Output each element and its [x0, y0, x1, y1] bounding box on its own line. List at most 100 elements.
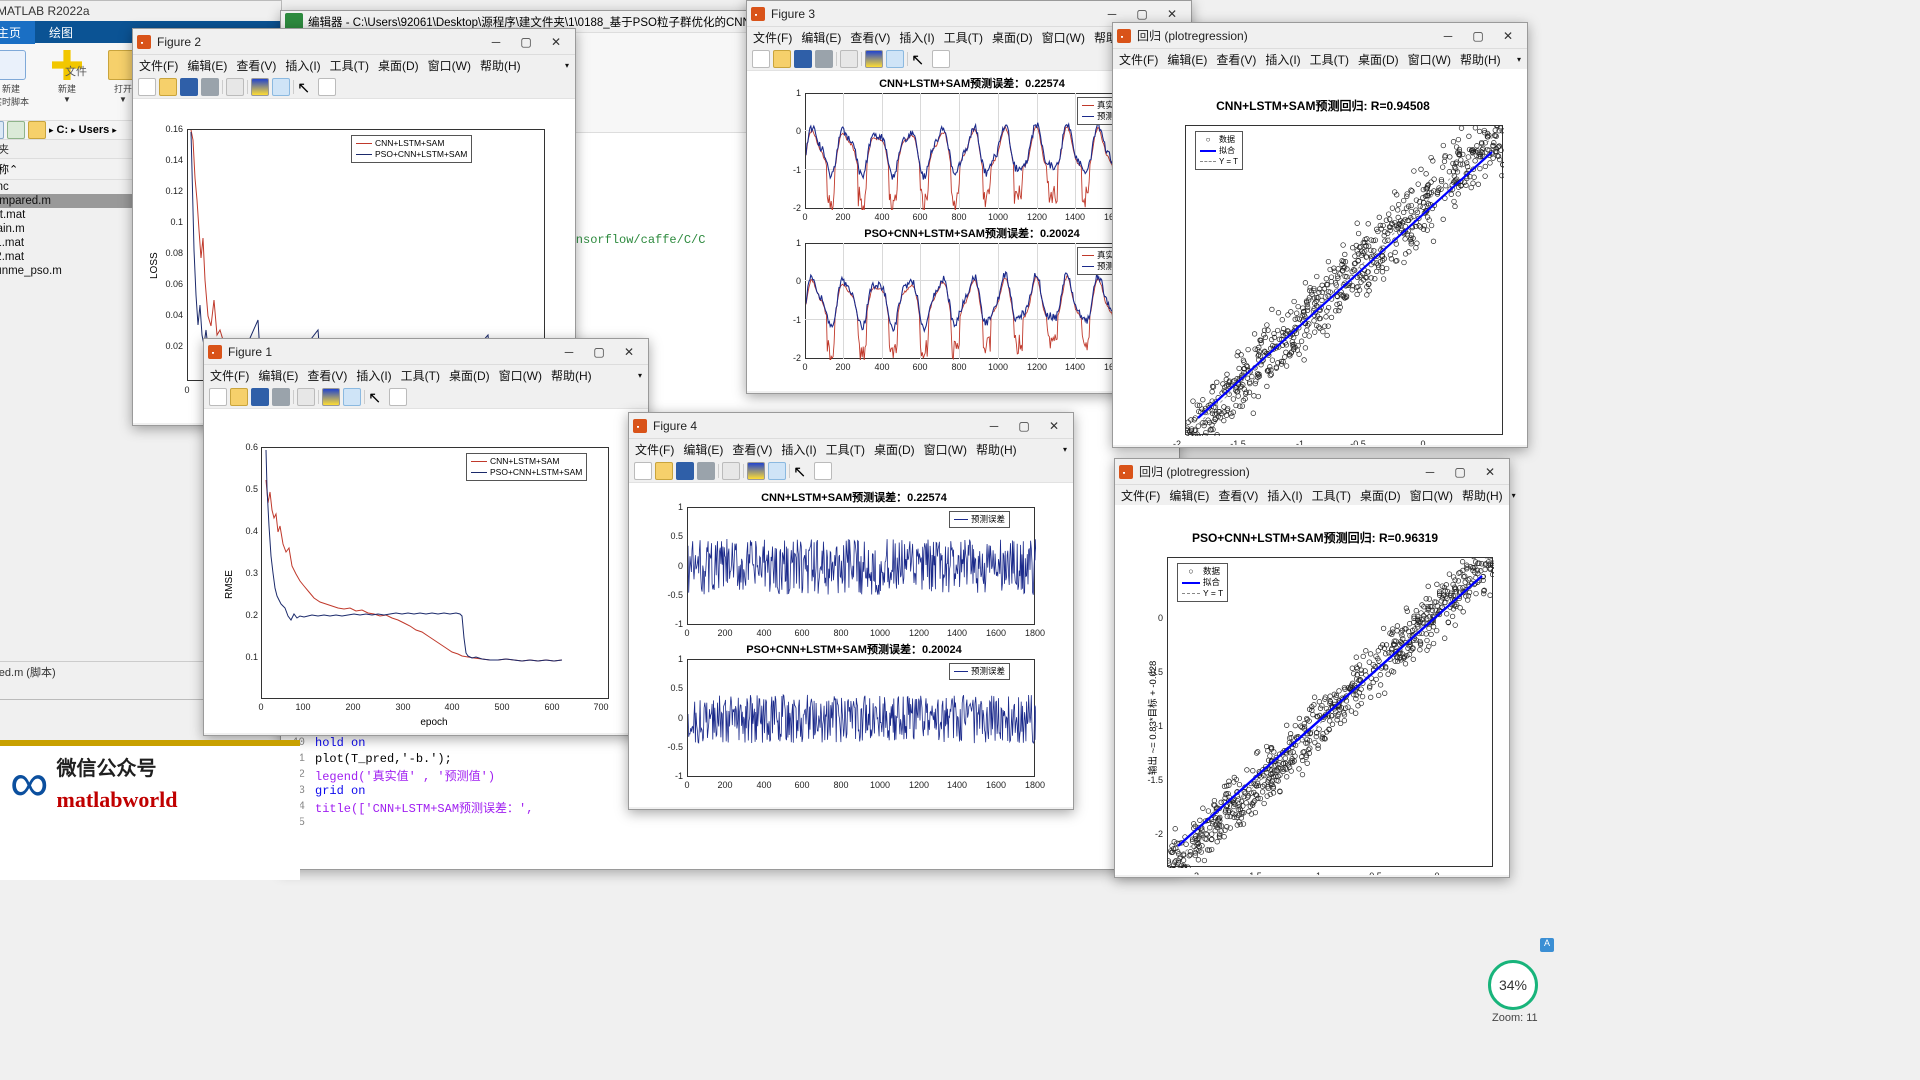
menu-view[interactable]: 查看(V): [307, 367, 347, 384]
menu-insert[interactable]: 插入(I): [356, 367, 391, 384]
menu-edit[interactable]: 编辑(E): [187, 57, 227, 74]
legend-icon[interactable]: [272, 77, 290, 96]
minimize-button[interactable]: ─: [979, 414, 1009, 438]
regression2-legend[interactable]: ○ 数据 拟合 Y = T: [1177, 563, 1229, 602]
new-figure-icon[interactable]: [138, 77, 156, 96]
regression1-titlebar[interactable]: 回归 (plotregression) ─ ▢ ✕: [1113, 23, 1527, 49]
menu-overflow-caret[interactable]: ▾: [1517, 55, 1521, 64]
maximize-button[interactable]: ▢: [511, 30, 541, 54]
close-button[interactable]: ✕: [1039, 414, 1069, 438]
plot-browser-icon[interactable]: [932, 49, 950, 68]
save-icon[interactable]: [180, 77, 198, 96]
link-plot-icon[interactable]: [722, 461, 740, 480]
close-button[interactable]: ✕: [614, 340, 644, 364]
new-figure-icon[interactable]: [209, 387, 227, 406]
new-dropdown-caret[interactable]: ▼: [39, 95, 95, 104]
menu-desktop[interactable]: 桌面(D): [874, 441, 915, 458]
menu-edit[interactable]: 编辑(E): [258, 367, 298, 384]
maximize-button[interactable]: ▢: [1463, 24, 1493, 48]
menu-help[interactable]: 帮助(H): [976, 441, 1017, 458]
close-button[interactable]: ✕: [1475, 460, 1505, 484]
figure1-legend[interactable]: CNN+LSTM+SAM PSO+CNN+LSTM+SAM: [466, 453, 588, 481]
menu-window[interactable]: 窗口(W): [1410, 487, 1453, 504]
link-plot-icon[interactable]: [226, 77, 244, 96]
print-icon[interactable]: [201, 77, 219, 96]
pointer-icon[interactable]: ↖: [911, 50, 929, 69]
menu-insert[interactable]: 插入(I): [285, 57, 320, 74]
browse-folder-icon[interactable]: [7, 121, 25, 139]
annotation-badge-icon[interactable]: A: [1540, 938, 1554, 952]
menu-desktop[interactable]: 桌面(D): [992, 29, 1033, 46]
regression2-titlebar[interactable]: 回归 (plotregression) ─ ▢ ✕: [1115, 459, 1509, 485]
regression1-window[interactable]: 回归 (plotregression) ─ ▢ ✕ 文件(F) 编辑(E) 查看…: [1112, 22, 1528, 448]
menu-file[interactable]: 文件(F): [210, 367, 249, 384]
menu-help[interactable]: 帮助(H): [480, 57, 521, 74]
menu-file[interactable]: 文件(F): [753, 29, 792, 46]
menu-tools[interactable]: 工具(T): [1310, 51, 1349, 68]
ribbon-new-live-script[interactable]: 新建 实时脚本: [0, 48, 39, 120]
legend-icon[interactable]: [886, 49, 904, 68]
colorbar-icon[interactable]: [322, 387, 340, 406]
figure4-toolbar[interactable]: ↖: [629, 459, 1073, 483]
print-icon[interactable]: [272, 387, 290, 406]
legend-icon[interactable]: [768, 461, 786, 480]
menu-window[interactable]: 窗口(W): [428, 57, 471, 74]
plot-browser-icon[interactable]: [389, 387, 407, 406]
menu-desktop[interactable]: 桌面(D): [449, 367, 490, 384]
menu-window[interactable]: 窗口(W): [924, 441, 967, 458]
menu-view[interactable]: 查看(V): [1216, 51, 1256, 68]
maximize-button[interactable]: ▢: [1009, 414, 1039, 438]
menu-window[interactable]: 窗口(W): [1408, 51, 1451, 68]
minimize-button[interactable]: ─: [481, 30, 511, 54]
maximize-button[interactable]: ▢: [584, 340, 614, 364]
menu-file[interactable]: 文件(F): [1119, 51, 1158, 68]
menu-help[interactable]: 帮助(H): [1460, 51, 1501, 68]
figure4-subplot2-legend[interactable]: 预测误差: [949, 663, 1011, 680]
up-folder-icon[interactable]: [0, 121, 4, 139]
regression2-canvas[interactable]: PSO+CNN+LSTM+SAM预测回归: R=0.96319 输出 ~= 0.…: [1115, 505, 1509, 875]
figure4-subplot1-legend[interactable]: 预测误差: [949, 511, 1011, 528]
new-figure-icon[interactable]: [752, 49, 770, 68]
menu-window[interactable]: 窗口(W): [1042, 29, 1085, 46]
menu-desktop[interactable]: 桌面(D): [1360, 487, 1401, 504]
link-plot-icon[interactable]: [297, 387, 315, 406]
menu-tools[interactable]: 工具(T): [826, 441, 865, 458]
menu-view[interactable]: 查看(V): [236, 57, 276, 74]
close-button[interactable]: ✕: [1493, 24, 1523, 48]
menu-help[interactable]: 帮助(H): [551, 367, 592, 384]
menu-edit[interactable]: 编辑(E): [801, 29, 841, 46]
figure2-toolbar[interactable]: ↖: [133, 75, 575, 99]
ribbon-new[interactable]: 新建 ▼: [39, 48, 95, 120]
open-icon[interactable]: [773, 49, 791, 68]
open-icon[interactable]: [655, 461, 673, 480]
menu-overflow-caret[interactable]: ▾: [1512, 491, 1516, 500]
menu-edit[interactable]: 编辑(E): [683, 441, 723, 458]
figure2-titlebar[interactable]: Figure 2 ─ ▢ ✕: [133, 29, 575, 55]
menu-file[interactable]: 文件(F): [635, 441, 674, 458]
figure1-menubar[interactable]: 文件(F) 编辑(E) 查看(V) 插入(I) 工具(T) 桌面(D) 窗口(W…: [204, 365, 648, 385]
figure4-titlebar[interactable]: Figure 4 ─ ▢ ✕: [629, 413, 1073, 439]
close-button[interactable]: ✕: [541, 30, 571, 54]
regression1-menubar[interactable]: 文件(F) 编辑(E) 查看(V) 插入(I) 工具(T) 桌面(D) 窗口(W…: [1113, 49, 1527, 69]
regression2-menubar[interactable]: 文件(F) 编辑(E) 查看(V) 插入(I) 工具(T) 桌面(D) 窗口(W…: [1115, 485, 1516, 505]
zoom-percent-badge[interactable]: 34%: [1488, 960, 1538, 1010]
menu-window[interactable]: 窗口(W): [499, 367, 542, 384]
menu-edit[interactable]: 编辑(E): [1167, 51, 1207, 68]
figure1-window[interactable]: Figure 1 ─ ▢ ✕ 文件(F) 编辑(E) 查看(V) 插入(I) 工…: [203, 338, 649, 736]
menu-file[interactable]: 文件(F): [1121, 487, 1160, 504]
tab-home[interactable]: 主页: [0, 20, 36, 44]
maximize-button[interactable]: ▢: [1445, 460, 1475, 484]
menu-tools[interactable]: 工具(T): [330, 57, 369, 74]
open-icon[interactable]: [159, 77, 177, 96]
figure4-menubar[interactable]: 文件(F) 编辑(E) 查看(V) 插入(I) 工具(T) 桌面(D) 窗口(W…: [629, 439, 1073, 459]
new-figure-icon[interactable]: [634, 461, 652, 480]
regression1-legend[interactable]: ○ 数据 拟合 Y = T: [1195, 131, 1244, 170]
plot-browser-icon[interactable]: [318, 77, 336, 96]
pointer-icon[interactable]: ↖: [793, 462, 811, 481]
save-icon[interactable]: [676, 461, 694, 480]
link-plot-icon[interactable]: [840, 49, 858, 68]
minimize-button[interactable]: ─: [1415, 460, 1445, 484]
regression1-canvas[interactable]: CNN+LSTM+SAM预测回归: R=0.94508 ○ 数据 拟合 Y = T…: [1113, 69, 1527, 445]
figure2-menubar[interactable]: 文件(F) 编辑(E) 查看(V) 插入(I) 工具(T) 桌面(D) 窗口(W…: [133, 55, 575, 75]
menu-insert[interactable]: 插入(I): [781, 441, 816, 458]
